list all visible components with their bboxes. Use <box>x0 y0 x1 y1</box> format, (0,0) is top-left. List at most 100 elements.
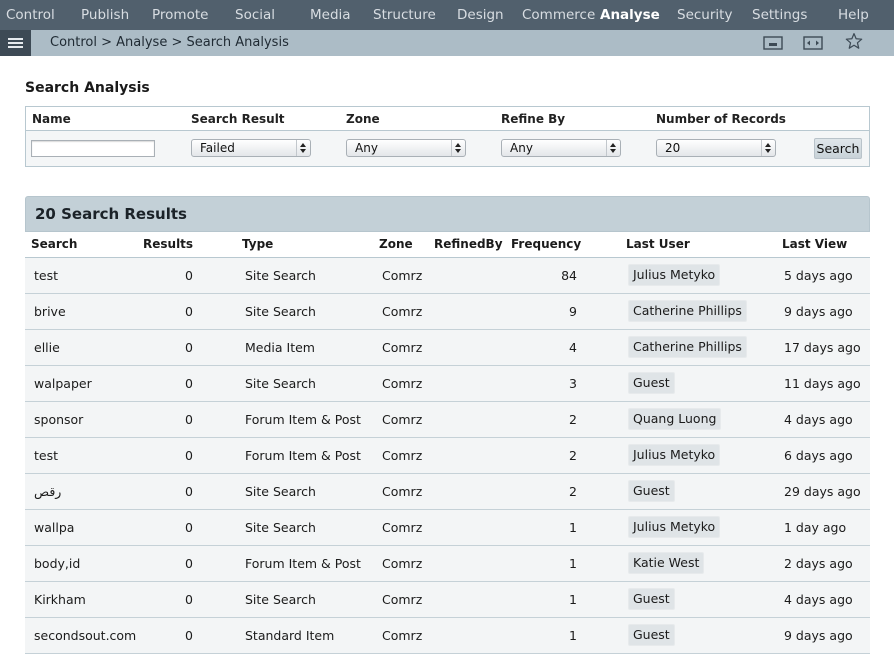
cell-results: 0 <box>185 376 193 391</box>
table-row[interactable]: test 0 Forum Item & Post Comrz 2 Julius … <box>25 438 870 474</box>
cell-type: Forum Item & Post <box>245 448 361 463</box>
cell-search: walpaper <box>34 376 92 391</box>
select-arrows-icon <box>296 140 308 156</box>
column-header-zone[interactable]: Zone <box>379 237 413 251</box>
name-input[interactable] <box>31 140 155 157</box>
table-row[interactable]: test 0 Site Search Comrz 84 Julius Metyk… <box>25 258 870 294</box>
nav-item-structure[interactable]: Structure <box>373 0 436 30</box>
table-row[interactable]: body,id 0 Forum Item & Post Comrz 1 Kati… <box>25 546 870 582</box>
number-of-records-label: Number of Records <box>656 112 786 126</box>
cell-type: Site Search <box>245 520 316 535</box>
page-title: Search Analysis <box>25 80 150 96</box>
table-row[interactable]: رقص 0 Site Search Comrz 2 Guest 29 days … <box>25 474 870 510</box>
cell-frequency: 9 <box>569 304 577 319</box>
results-header: 20 Search Results <box>25 196 870 232</box>
cell-frequency: 84 <box>561 268 577 283</box>
cell-frequency: 2 <box>569 448 577 463</box>
cell-type: Site Search <box>245 376 316 391</box>
nav-item-help[interactable]: Help <box>838 0 869 30</box>
cell-frequency: 1 <box>569 520 577 535</box>
number-of-records-select[interactable]: 20 <box>656 139 776 157</box>
cell-last-user-tag[interactable]: Catherine Phillips <box>628 336 747 358</box>
cell-results: 0 <box>185 304 193 319</box>
select-arrows-icon <box>451 140 463 156</box>
cell-last-view: 29 days ago <box>784 484 861 499</box>
nav-item-commerce[interactable]: Commerce <box>522 0 595 30</box>
column-header-search[interactable]: Search <box>31 237 77 251</box>
column-header-results[interactable]: Results <box>143 237 193 251</box>
cell-zone: Comrz <box>382 376 423 391</box>
cell-last-user-tag[interactable]: Guest <box>628 624 675 646</box>
cell-type: Site Search <box>245 304 316 319</box>
cell-results: 0 <box>185 628 193 643</box>
cell-last-user-tag[interactable]: Guest <box>628 480 675 502</box>
cell-zone: Comrz <box>382 304 423 319</box>
cell-search: test <box>34 448 59 463</box>
cell-type: Site Search <box>245 268 316 283</box>
filter-controls: Failed Any Any 20 Search <box>26 131 869 166</box>
cell-results: 0 <box>185 520 193 535</box>
search-filter-panel: Name Search Result Zone Refine By Number… <box>25 106 870 167</box>
cell-zone: Comrz <box>382 484 423 499</box>
table-row[interactable]: brive 0 Site Search Comrz 9 Catherine Ph… <box>25 294 870 330</box>
table-row[interactable]: sponsor 0 Forum Item & Post Comrz 2 Quan… <box>25 402 870 438</box>
column-header-last-view[interactable]: Last View <box>782 237 847 251</box>
nav-item-media[interactable]: Media <box>310 0 351 30</box>
cell-last-user-tag[interactable]: Katie West <box>628 552 705 574</box>
cell-type: Media Item <box>245 340 315 355</box>
cell-type: Standard Item <box>245 628 335 643</box>
nav-item-social[interactable]: Social <box>235 0 275 30</box>
star-icon[interactable] <box>843 32 865 50</box>
hamburger-menu-icon[interactable] <box>0 30 31 56</box>
column-header-type[interactable]: Type <box>242 237 273 251</box>
search-result-select[interactable]: Failed <box>191 139 311 157</box>
cell-frequency: 1 <box>569 556 577 571</box>
search-result-label: Search Result <box>191 112 285 126</box>
nav-item-publish[interactable]: Publish <box>81 0 129 30</box>
cell-search: Kirkham <box>34 592 86 607</box>
table-row[interactable]: ellie 0 Media Item Comrz 4 Catherine Phi… <box>25 330 870 366</box>
cell-search: secondsout.com <box>34 628 137 643</box>
cell-last-view: 1 day ago <box>784 520 847 535</box>
cell-frequency: 1 <box>569 592 577 607</box>
nav-item-control[interactable]: Control <box>6 0 55 30</box>
column-header-refined-by[interactable]: RefinedBy <box>434 237 503 251</box>
cell-last-user-tag[interactable]: Julius Metyko <box>628 444 721 466</box>
search-button[interactable]: Search <box>814 138 862 159</box>
window-icon[interactable] <box>762 34 784 52</box>
cell-last-view: 4 days ago <box>784 592 853 607</box>
cell-last-user-tag[interactable]: Guest <box>628 372 675 394</box>
table-row[interactable]: Kirkham 0 Site Search Comrz 1 Guest 4 da… <box>25 582 870 618</box>
breadcrumb-bar: Control > Analyse > Search Analysis <box>0 30 894 56</box>
cell-last-user-tag[interactable]: Guest <box>628 588 675 610</box>
cell-last-view: 9 days ago <box>784 304 853 319</box>
cell-last-user-tag[interactable]: Quang Luong <box>628 408 722 430</box>
cell-type: Site Search <box>245 484 316 499</box>
cell-last-user-tag[interactable]: Julius Metyko <box>628 516 721 538</box>
cell-last-view: 9 days ago <box>784 628 853 643</box>
nav-item-settings[interactable]: Settings <box>752 0 807 30</box>
table-row[interactable]: wallpa 0 Site Search Comrz 1 Julius Mety… <box>25 510 870 546</box>
cell-last-user-tag[interactable]: Julius Metyko <box>628 264 721 286</box>
number-of-records-value: 20 <box>665 141 681 155</box>
breadcrumb: Control > Analyse > Search Analysis <box>50 35 289 50</box>
cell-search: رقص <box>34 484 62 499</box>
cell-type: Site Search <box>245 592 316 607</box>
zone-select[interactable]: Any <box>346 139 466 157</box>
cell-last-user-tag[interactable]: Catherine Phillips <box>628 300 747 322</box>
results-column-headers: Search Results Type Zone RefinedBy Frequ… <box>25 236 870 258</box>
nav-item-analyse[interactable]: Analyse <box>600 0 660 30</box>
refine-by-select[interactable]: Any <box>501 139 621 157</box>
nav-item-promote[interactable]: Promote <box>152 0 208 30</box>
cell-search: wallpa <box>34 520 75 535</box>
nav-item-design[interactable]: Design <box>457 0 504 30</box>
cell-zone: Comrz <box>382 268 423 283</box>
table-row[interactable]: walpaper 0 Site Search Comrz 3 Guest 11 … <box>25 366 870 402</box>
nav-item-security[interactable]: Security <box>677 0 732 30</box>
select-arrows-icon <box>761 140 773 156</box>
table-row[interactable]: secondsout.com 0 Standard Item Comrz 1 G… <box>25 618 870 654</box>
column-header-frequency[interactable]: Frequency <box>511 237 581 251</box>
cell-results: 0 <box>185 556 193 571</box>
fullscreen-icon[interactable] <box>802 34 824 52</box>
column-header-last-user[interactable]: Last User <box>626 237 690 251</box>
